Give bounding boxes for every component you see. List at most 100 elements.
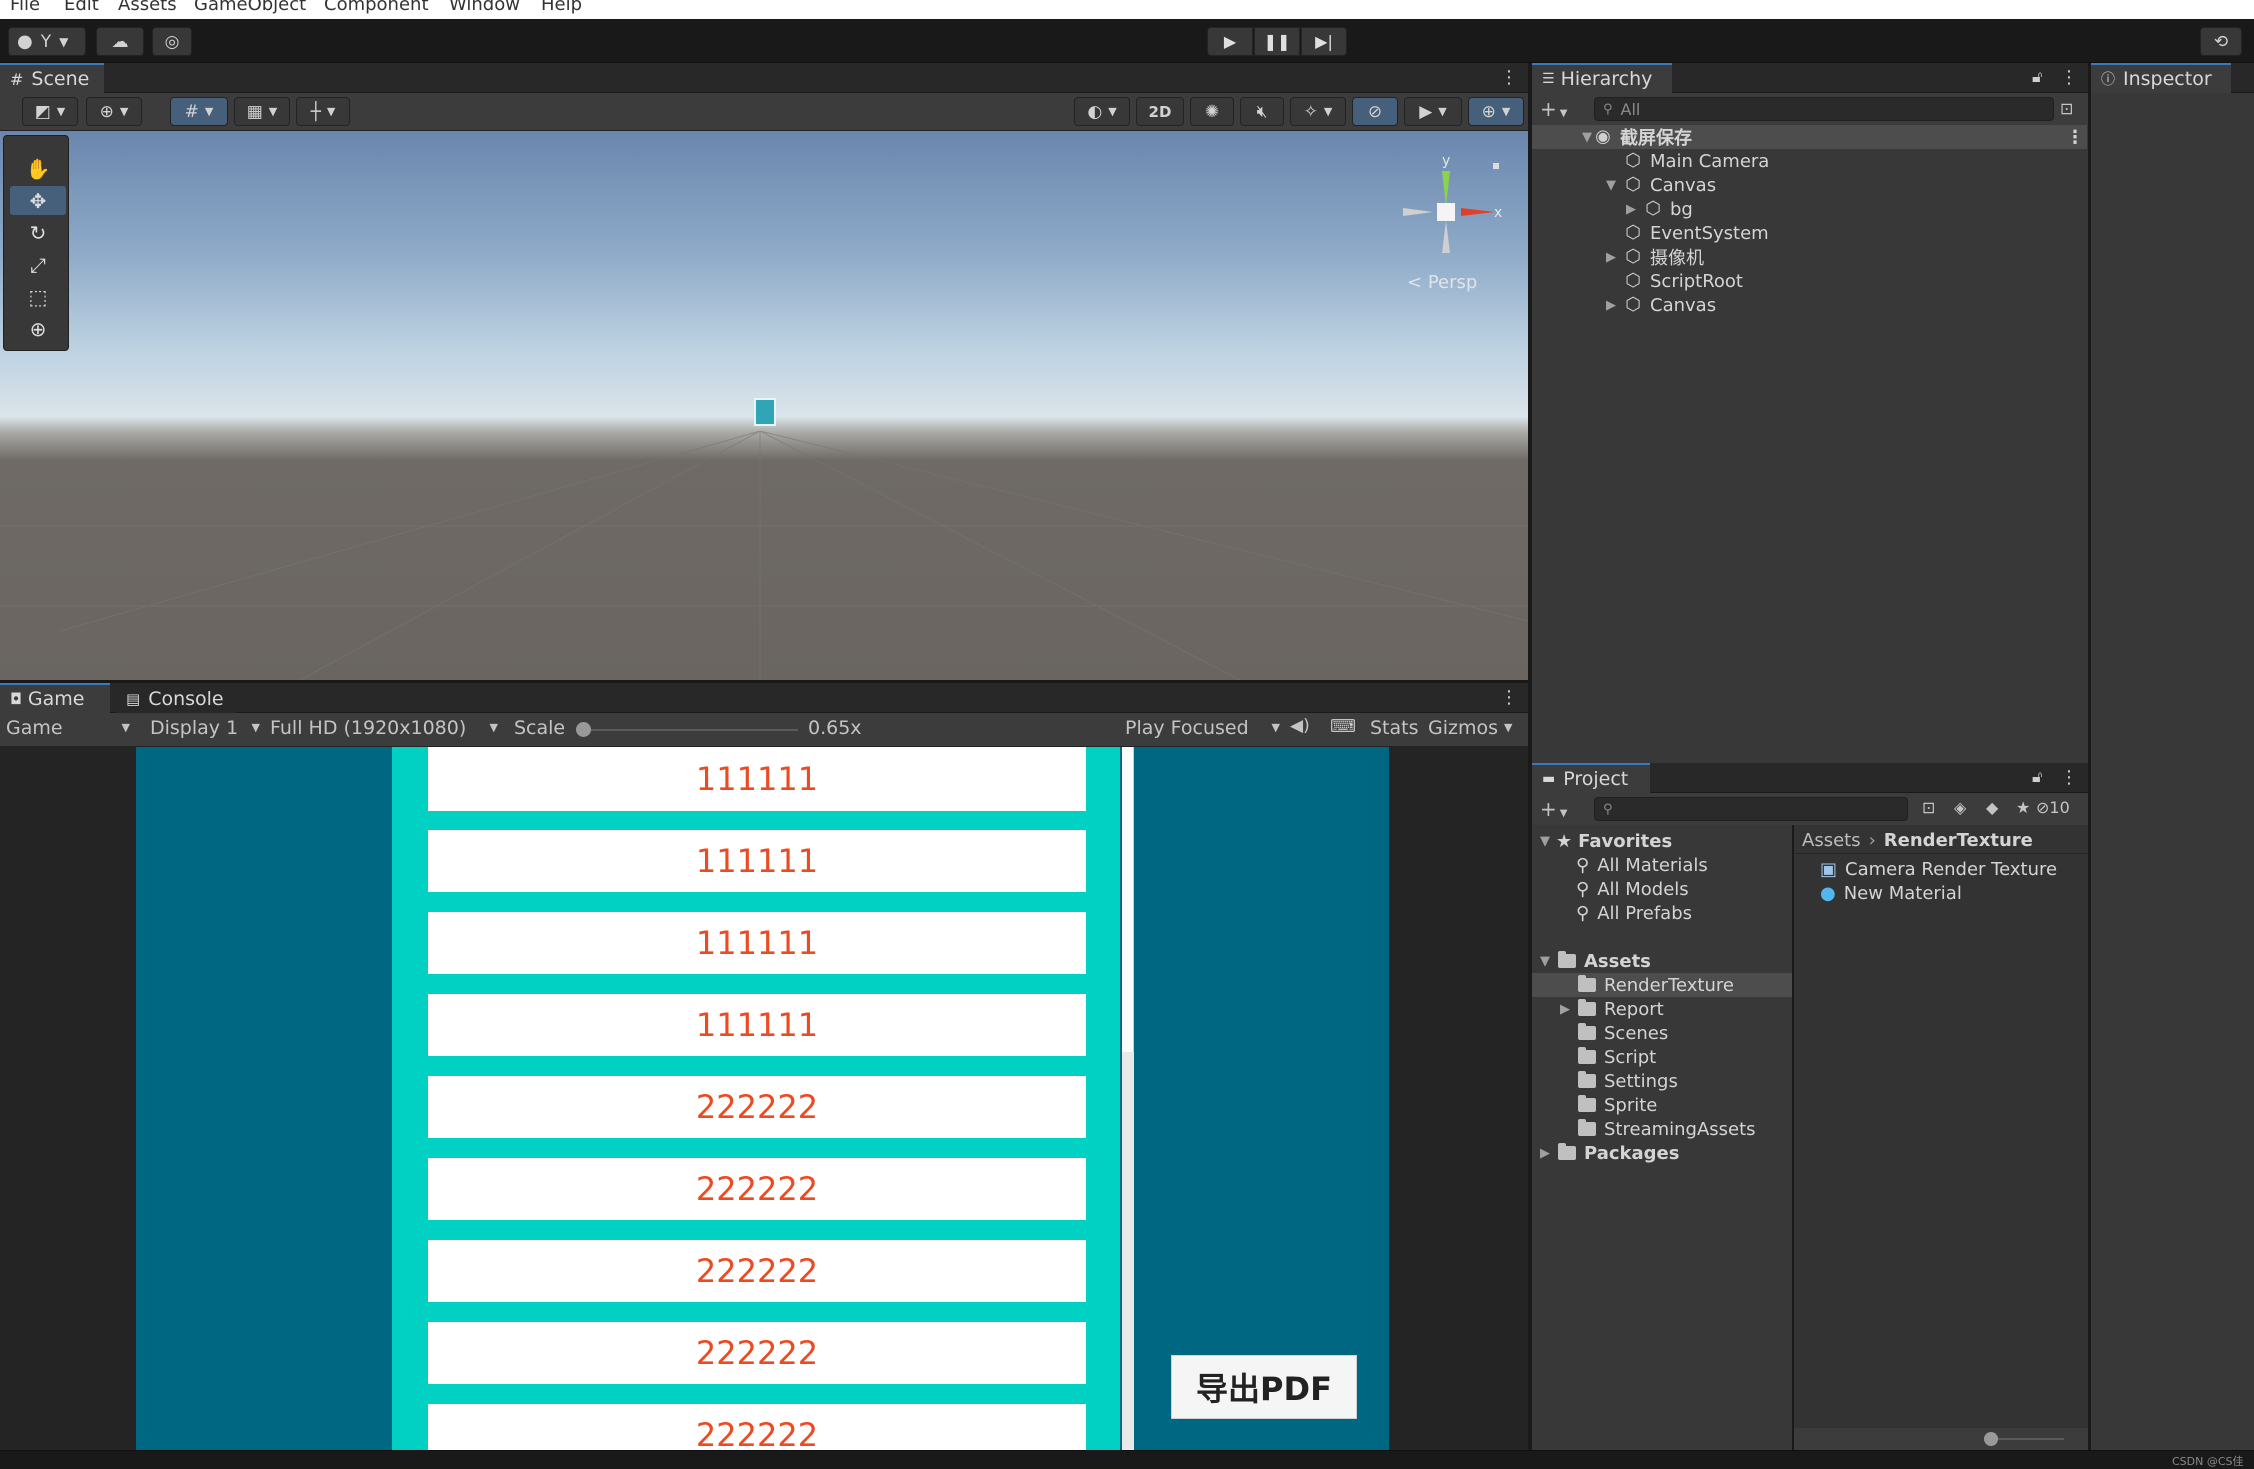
global-toggle[interactable]: ⊕ ▼ bbox=[86, 97, 142, 126]
collab-button[interactable]: ◎ bbox=[152, 27, 192, 56]
packages-header[interactable]: ▶ Packages bbox=[1538, 1141, 1679, 1165]
hierarchy-item-scriptroot[interactable]: ⬡ ScriptRoot bbox=[1532, 269, 2087, 293]
toggle-2d-button[interactable]: 2D bbox=[1136, 97, 1184, 126]
scrollbar-thumb[interactable] bbox=[1122, 747, 1134, 1052]
vertical-scrollbar[interactable] bbox=[1122, 747, 1134, 1450]
menu-component[interactable]: Component bbox=[324, 0, 429, 15]
grid-snap-toggle[interactable]: # ▼ bbox=[170, 97, 228, 126]
menu-file[interactable]: File bbox=[10, 0, 40, 15]
lock-icon[interactable]: 🔓︎ bbox=[2032, 767, 2042, 787]
tab-inspector[interactable]: ⓘ Inspector bbox=[2091, 63, 2231, 93]
favorite-all-prefabs[interactable]: ⚲ All Prefabs bbox=[1576, 901, 1692, 925]
hierarchy-item-main-camera[interactable]: ⬡ Main Camera bbox=[1532, 149, 2087, 173]
folder-sprite[interactable]: Sprite bbox=[1578, 1093, 1657, 1117]
asset-camera-render-texture[interactable]: ▣ Camera Render Texture bbox=[1820, 857, 2057, 881]
project-menu-icon[interactable]: ⋮ bbox=[2060, 767, 2078, 788]
export-pdf-button[interactable]: 导出PDF bbox=[1171, 1355, 1357, 1419]
expand-arrow-icon[interactable]: ▼ bbox=[1580, 130, 1594, 145]
folder-rendertexture[interactable]: RenderTexture bbox=[1532, 973, 1792, 997]
scene-menu-icon[interactable]: ⋮ bbox=[2066, 127, 2084, 148]
menu-window[interactable]: Window bbox=[449, 0, 520, 15]
resolution-dropdown[interactable]: Full HD (1920x1080) ▼ bbox=[270, 717, 498, 739]
tab-scene[interactable]: # Scene bbox=[0, 63, 104, 93]
expand-arrow-icon[interactable]: ▼ bbox=[1538, 834, 1552, 849]
favorite-all-materials[interactable]: ⚲ All Materials bbox=[1576, 853, 1708, 877]
expand-arrow-icon[interactable]: ▼ bbox=[1538, 954, 1552, 969]
list-item[interactable]: 222222 bbox=[428, 1322, 1086, 1384]
speaker-icon[interactable]: ◀) bbox=[1290, 716, 1310, 736]
move-tool-icon[interactable]: ✥ bbox=[10, 186, 66, 215]
add-button[interactable]: + ▼ bbox=[1540, 97, 1567, 121]
list-item[interactable]: 222222 bbox=[428, 1158, 1086, 1220]
project-search-input[interactable]: ⚲ bbox=[1594, 797, 1908, 821]
breadcrumb-current[interactable]: RenderTexture bbox=[1884, 830, 2033, 851]
hierarchy-item-bg[interactable]: ▶ ⬡ bg bbox=[1532, 197, 2087, 221]
list-item[interactable]: 111111 bbox=[428, 830, 1086, 892]
assets-header[interactable]: ▼ Assets bbox=[1538, 949, 1651, 973]
increment-snap-toggle[interactable]: ┼ ▼ bbox=[296, 97, 350, 126]
scale-slider-thumb[interactable] bbox=[576, 722, 591, 737]
grid-visibility-toggle[interactable]: ▦ ▼ bbox=[234, 97, 290, 126]
perspective-label[interactable]: < Persp bbox=[1407, 272, 1477, 293]
scale-slider[interactable] bbox=[576, 722, 798, 737]
pause-button[interactable]: ❚❚ bbox=[1254, 27, 1300, 56]
folder-script[interactable]: Script bbox=[1578, 1045, 1656, 1069]
list-item[interactable]: 222222 bbox=[428, 1076, 1086, 1138]
hierarchy-search-input[interactable]: ⚲ All bbox=[1594, 97, 2054, 121]
list-item[interactable]: 222222 bbox=[428, 1240, 1086, 1302]
favorite-star-icon[interactable]: ★ bbox=[2016, 798, 2030, 817]
history-button[interactable]: ⟲ bbox=[2200, 27, 2242, 56]
create-button[interactable]: + ▼ bbox=[1540, 797, 1567, 821]
favorite-all-models[interactable]: ⚲ All Models bbox=[1576, 877, 1689, 901]
rotate-tool-icon[interactable]: ↻ bbox=[10, 218, 66, 247]
menu-assets[interactable]: Assets bbox=[118, 0, 177, 15]
filter-type-icon[interactable]: ◈ bbox=[1954, 798, 1966, 817]
cloud-button[interactable]: ☁ bbox=[96, 27, 144, 56]
asset-new-material[interactable]: ● New Material bbox=[1820, 881, 1962, 905]
hierarchy-item-canvas[interactable]: ▼ ⬡ Canvas bbox=[1532, 173, 2087, 197]
draw-mode-dropdown[interactable]: ◩ ▼ bbox=[22, 97, 78, 126]
play-mode-dropdown[interactable]: Play Focused ▼ bbox=[1125, 717, 1280, 739]
stats-button[interactable]: Stats bbox=[1370, 717, 1419, 739]
scroll-view[interactable]: 111111 111111 111111 111111 222222 22222… bbox=[392, 747, 1120, 1450]
shading-mode-dropdown[interactable]: ◐ ▼ bbox=[1074, 97, 1130, 126]
menu-help[interactable]: Help bbox=[541, 0, 582, 15]
lighting-toggle[interactable]: ✺ bbox=[1190, 97, 1234, 126]
list-item[interactable]: 111111 bbox=[428, 747, 1086, 811]
folder-report[interactable]: ▶ Report bbox=[1558, 997, 1664, 1021]
chevron-down-icon[interactable]: ▼ bbox=[1504, 721, 1512, 734]
tab-console[interactable]: ▤ Console bbox=[116, 683, 236, 713]
hierarchy-item-canvas-2[interactable]: ▶ ⬡ Canvas bbox=[1532, 293, 2087, 317]
game-menu-icon[interactable]: ⋮ bbox=[1500, 687, 1518, 708]
gizmos-button[interactable]: Gizmos bbox=[1428, 717, 1498, 739]
label-tag-icon[interactable]: ◆ bbox=[1986, 798, 1998, 817]
view-select-dropdown[interactable]: Game ▼ bbox=[6, 717, 130, 739]
hand-tool-icon[interactable]: ✋ bbox=[10, 154, 66, 183]
list-item[interactable]: 111111 bbox=[428, 994, 1086, 1056]
game-canvas[interactable]: 111111 111111 111111 111111 222222 22222… bbox=[136, 747, 1389, 1450]
expand-arrow-icon[interactable]: ▼ bbox=[1604, 178, 1618, 193]
orientation-gizmo[interactable]: y x bbox=[1395, 151, 1505, 291]
collapsed-arrow-icon[interactable]: ▶ bbox=[1624, 202, 1638, 217]
effects-dropdown[interactable]: ✧ ▼ bbox=[1290, 97, 1346, 126]
camera-dropdown[interactable]: ▶ ▼ bbox=[1404, 97, 1462, 126]
audio-toggle[interactable]: 🔇︎ bbox=[1240, 97, 1284, 126]
folder-settings[interactable]: Settings bbox=[1578, 1069, 1678, 1093]
tab-hierarchy[interactable]: ☰ Hierarchy bbox=[1532, 63, 1672, 93]
rect-tool-icon[interactable]: ⬚ bbox=[10, 282, 66, 311]
scale-tool-icon[interactable]: ⤢ bbox=[10, 250, 66, 279]
play-button[interactable]: ▶ bbox=[1207, 27, 1253, 56]
tab-game[interactable]: ◘ Game bbox=[0, 683, 110, 713]
hidden-objects-toggle[interactable]: ⊘ bbox=[1352, 97, 1398, 126]
search-options-icon[interactable]: ⊡ bbox=[1922, 798, 1935, 817]
folder-streamingassets[interactable]: StreamingAssets bbox=[1578, 1117, 1756, 1141]
collapsed-arrow-icon[interactable]: ▶ bbox=[1538, 1146, 1552, 1161]
menu-edit[interactable]: Edit bbox=[64, 0, 99, 15]
account-dropdown[interactable]: ● Y ▼ bbox=[8, 27, 86, 56]
display-dropdown[interactable]: Display 1 ▼ bbox=[150, 717, 260, 739]
hierarchy-item-camera-cn[interactable]: ▶ ⬡ 摄像机 bbox=[1532, 245, 2087, 270]
keyboard-icon[interactable]: ⌨ bbox=[1330, 716, 1356, 737]
hierarchy-item-eventsystem[interactable]: ⬡ EventSystem bbox=[1532, 221, 2087, 245]
scene-viewport[interactable]: ✋ ✥ ↻ ⤢ ⬚ ⊕ y x < Persp bbox=[0, 131, 1528, 680]
scene-menu-icon[interactable]: ⋮ bbox=[1500, 67, 1518, 88]
